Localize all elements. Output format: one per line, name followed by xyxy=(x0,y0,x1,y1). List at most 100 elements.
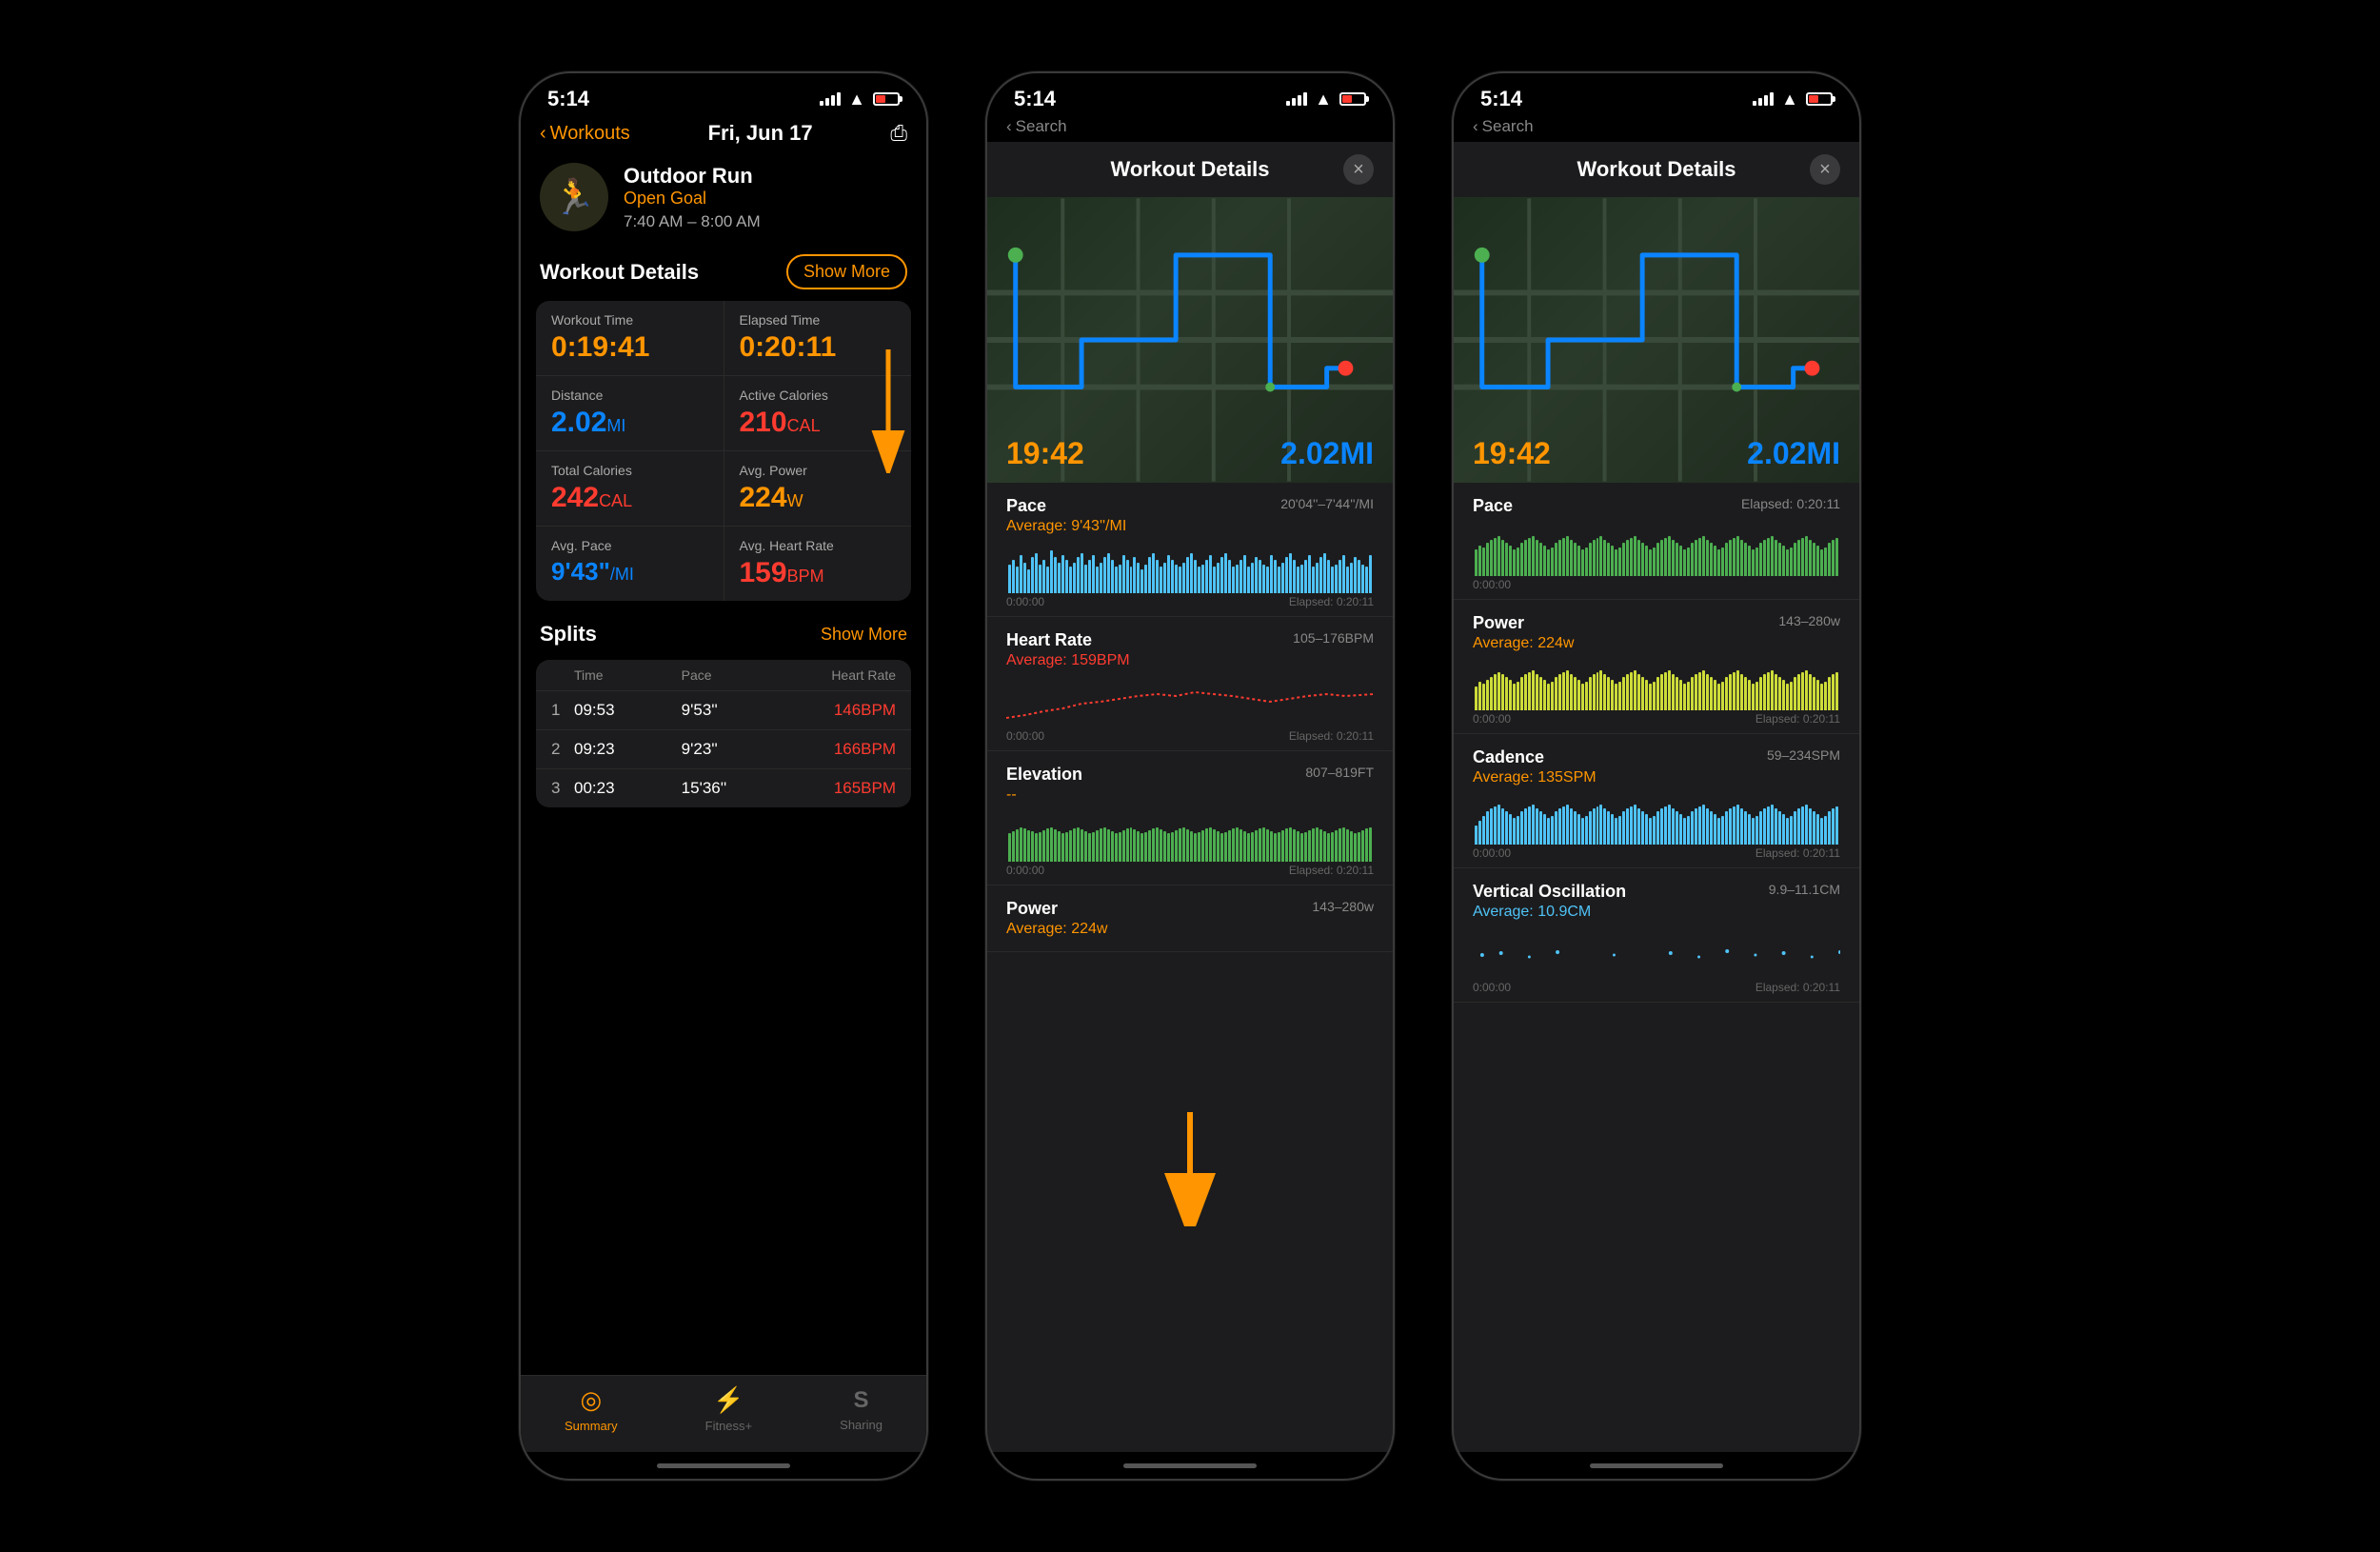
modal-header-2: Workout Details × xyxy=(987,142,1393,197)
stat-active-calories: Active Calories 210CAL xyxy=(724,376,912,450)
fitness-plus-tab-icon: ⚡ xyxy=(713,1385,744,1415)
chart-title-vert-osc-3: Vertical Oscillation xyxy=(1473,882,1626,902)
workout-icon: 🏃 xyxy=(540,163,608,231)
chart-range-vert-osc-3: 9.9–11.1CM xyxy=(1769,882,1840,897)
back-label: Workouts xyxy=(550,123,630,145)
share-icon[interactable]: ⎙ xyxy=(890,121,907,146)
stat-label-avg-hr: Avg. Heart Rate xyxy=(740,538,897,553)
status-icons-3: ▲ xyxy=(1753,90,1833,109)
nav-back-button[interactable]: ‹ Workouts xyxy=(540,123,630,145)
status-time-1: 5:14 xyxy=(547,87,589,111)
chart-title-pace-2: Pace xyxy=(1006,496,1126,516)
battery-icon-3 xyxy=(1806,92,1833,106)
vert-osc-chart-area xyxy=(1473,926,1840,979)
home-indicator-3 xyxy=(1454,1452,1859,1479)
phone-2: 5:14 ▲ ‹ Search Workout Details × xyxy=(985,71,1395,1481)
stat-value-avg-power: 224W xyxy=(740,482,897,514)
stat-value-avg-pace: 9'43"/MI xyxy=(551,557,708,587)
modal-close-button-3[interactable]: × xyxy=(1810,154,1840,185)
stat-label-avg-pace: Avg. Pace xyxy=(551,538,708,553)
signal-icon xyxy=(820,92,841,106)
status-time-3: 5:14 xyxy=(1480,87,1522,111)
sharing-tab-icon: S xyxy=(854,1387,869,1414)
stat-label-active-cal: Active Calories xyxy=(740,388,897,403)
stat-value-workout-time: 0:19:41 xyxy=(551,331,708,364)
chart-power-2: Power Average: 224w 143–280w xyxy=(987,885,1393,952)
tab-sharing[interactable]: S Sharing xyxy=(840,1387,883,1432)
chart-pace-2: Pace Average: 9'43''/MI 20'04''–7'44''/M… xyxy=(987,483,1393,617)
signal-icon-2 xyxy=(1286,92,1307,106)
back-chevron-icon-3: ‹ xyxy=(1473,117,1478,136)
wifi-icon-3: ▲ xyxy=(1781,90,1798,109)
chart-title-power-2: Power xyxy=(1006,899,1107,919)
power-bars-3 xyxy=(1473,658,1840,710)
workout-time-range: 7:40 AM – 8:00 AM xyxy=(624,212,761,231)
wifi-icon-2: ▲ xyxy=(1315,90,1332,109)
workout-details-header: Workout Details Show More xyxy=(521,247,926,297)
show-more-button[interactable]: Show More xyxy=(786,254,907,289)
workout-header: 🏃 Outdoor Run Open Goal 7:40 AM – 8:00 A… xyxy=(521,153,926,247)
chart-pace-3: Pace Elapsed: 0:20:11 0:00:00 xyxy=(1454,483,1859,600)
back-search-2[interactable]: ‹ Search xyxy=(987,115,1393,142)
hr-svg-2 xyxy=(1006,675,1374,727)
sharing-tab-label: Sharing xyxy=(840,1418,883,1432)
back-chevron-icon-2: ‹ xyxy=(1006,117,1012,136)
tab-fitness-plus[interactable]: ⚡ Fitness+ xyxy=(705,1385,753,1433)
stat-label-workout-time: Workout Time xyxy=(551,312,708,328)
chart-subtitle-elevation-2: -- xyxy=(1006,786,1082,804)
splits-section: Splits Show More Time Pace Heart Rate 1 … xyxy=(521,614,926,813)
map-stat-distance-3: 2.02MI xyxy=(1747,436,1840,471)
status-bar-3: 5:14 ▲ xyxy=(1454,73,1859,115)
chart-elevation-2: Elevation -- 807–819FT 0:00:00 Elapsed: … xyxy=(987,751,1393,885)
stat-label-total-cal: Total Calories xyxy=(551,463,708,478)
chart-title-hr-2: Heart Rate xyxy=(1006,630,1130,650)
summary-tab-icon: ◎ xyxy=(580,1385,602,1415)
stat-total-calories: Total Calories 242CAL xyxy=(536,451,724,526)
phone-1: 5:14 ▲ ‹ Workouts Fri, Jun 17 xyxy=(519,71,928,1481)
stat-elapsed-time: Elapsed Time 0:20:11 xyxy=(724,301,912,375)
pace-bars-2 xyxy=(1006,541,1374,593)
chart-hr-2: Heart Rate Average: 159BPM 105–176BPM 0:… xyxy=(987,617,1393,751)
modal-header-3: Workout Details × xyxy=(1454,142,1859,197)
stat-value-elapsed-time: 0:20:11 xyxy=(740,331,897,364)
back-search-3[interactable]: ‹ Search xyxy=(1454,115,1859,142)
stats-row-1: Workout Time 0:19:41 Elapsed Time 0:20:1… xyxy=(536,301,911,376)
modal-screen-3: Workout Details × 19:42 2.02MI xyxy=(1454,142,1859,1452)
workout-name: Outdoor Run xyxy=(624,164,761,189)
chart-range-elevation-2: 807–819FT xyxy=(1305,765,1374,780)
stats-row-2: Distance 2.02MI Active Calories 210CAL xyxy=(536,376,911,451)
splits-title: Splits xyxy=(540,622,597,647)
charts-scroll-2[interactable]: Pace Average: 9'43''/MI 20'04''–7'44''/M… xyxy=(987,483,1393,1452)
stat-distance: Distance 2.02MI xyxy=(536,376,724,450)
workout-goal: Open Goal xyxy=(624,189,761,209)
stats-row-3: Total Calories 242CAL Avg. Power 224W xyxy=(536,451,911,527)
split-row-2: 2 09:23 9'23'' 166BPM xyxy=(536,730,911,769)
splits-show-more[interactable]: Show More xyxy=(821,625,907,645)
chart-subtitle-vert-osc-3: Average: 10.9CM xyxy=(1473,904,1626,921)
stat-value-distance: 2.02MI xyxy=(551,407,708,439)
status-icons-2: ▲ xyxy=(1286,90,1366,109)
chart-vert-osc-3: Vertical Oscillation Average: 10.9CM 9.9… xyxy=(1454,868,1859,1003)
splits-header: Splits Show More xyxy=(521,614,926,654)
stat-value-total-cal: 242CAL xyxy=(551,482,708,514)
map-container-2: 19:42 2.02MI xyxy=(987,197,1393,483)
map-stats-3: 19:42 2.02MI xyxy=(1454,436,1859,471)
stat-avg-pace: Avg. Pace 9'43"/MI xyxy=(536,527,724,601)
charts-scroll-3[interactable]: Pace Elapsed: 0:20:11 0:00:00 Power Aver… xyxy=(1454,483,1859,1452)
chart-range-cadence-3: 59–234SPM xyxy=(1767,747,1840,763)
split-row-1: 1 09:53 9'53'' 146BPM xyxy=(536,691,911,730)
home-indicator-1 xyxy=(521,1452,926,1479)
chart-range-power-3: 143–280w xyxy=(1778,613,1840,628)
chart-subtitle-hr-2: Average: 159BPM xyxy=(1006,652,1130,669)
tab-summary[interactable]: ◎ Summary xyxy=(565,1385,618,1433)
map-container-3: 19:42 2.02MI xyxy=(1454,197,1859,483)
stat-label-avg-power: Avg. Power xyxy=(740,463,897,478)
map-stats-2: 19:42 2.02MI xyxy=(987,436,1393,471)
chart-title-cadence-3: Cadence xyxy=(1473,747,1597,767)
map-stat-time-2: 19:42 xyxy=(1006,436,1084,471)
chart-subtitle-cadence-3: Average: 135SPM xyxy=(1473,769,1597,786)
modal-close-button-2[interactable]: × xyxy=(1343,154,1374,185)
back-chevron-icon: ‹ xyxy=(540,123,546,145)
stat-avg-hr: Avg. Heart Rate 159BPM xyxy=(724,527,912,601)
summary-tab-label: Summary xyxy=(565,1419,618,1433)
